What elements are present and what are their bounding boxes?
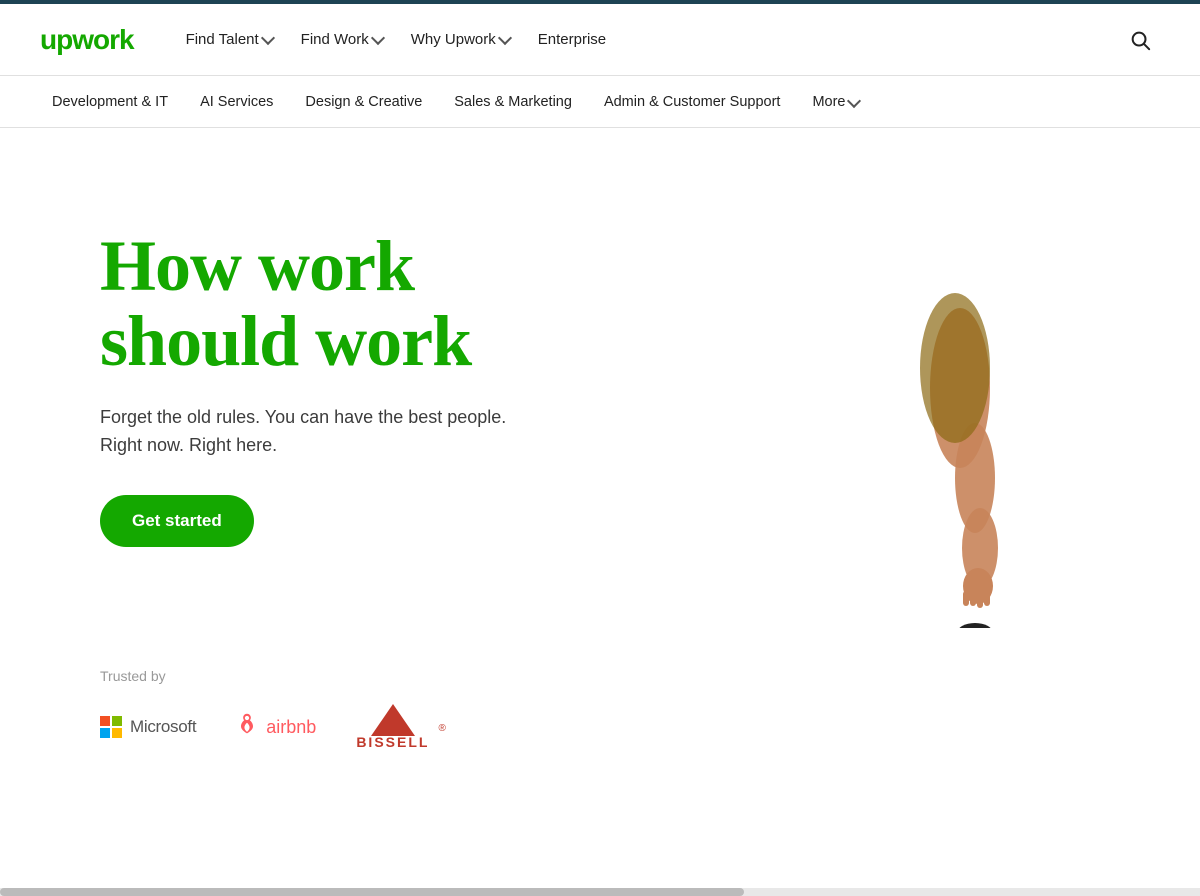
nav-enterprise-label: Enterprise [538, 31, 606, 48]
nav-why-upwork-label: Why Upwork [411, 31, 496, 48]
hero-section: How workshould work Forget the old rules… [0, 128, 1200, 628]
subnav-admin-support[interactable]: Admin & Customer Support [592, 88, 793, 116]
subnav-more[interactable]: More [800, 88, 871, 116]
subnav-design-creative[interactable]: Design & Creative [293, 88, 434, 116]
nav-find-talent[interactable]: Find Talent [174, 23, 285, 56]
trusted-section: Trusted by Microsoft airbnb [0, 628, 1200, 790]
scrollbar-thumb [0, 888, 744, 896]
ms-red-square [100, 716, 110, 726]
ms-yellow-square [112, 728, 122, 738]
microsoft-logo: Microsoft [100, 716, 196, 738]
sub-navigation: Development & IT AI Services Design & Cr… [0, 76, 1200, 128]
bissell-trademark: ® [438, 723, 445, 734]
airbnb-svg [236, 712, 258, 736]
microsoft-grid-icon [100, 716, 122, 738]
hero-illustration [780, 188, 1200, 628]
subnav-development[interactable]: Development & IT [40, 88, 180, 116]
bissell-text: BISSELL [356, 734, 429, 750]
trusted-label: Trusted by [100, 668, 1160, 684]
nav-links: Find Talent Find Work Why Upwork Enterpr… [174, 23, 1120, 56]
trusted-logos: Microsoft airbnb BISSELL ® [100, 704, 1160, 750]
get-started-button[interactable]: Get started [100, 495, 254, 547]
nav-why-upwork[interactable]: Why Upwork [399, 23, 522, 56]
subnav-more-label: More [812, 94, 845, 110]
chevron-down-icon [498, 31, 512, 45]
subnav-ai-services[interactable]: AI Services [188, 88, 285, 116]
main-navigation: upwork Find Talent Find Work Why Upwork … [0, 4, 1200, 76]
chevron-down-icon [261, 31, 275, 45]
search-button[interactable] [1120, 20, 1160, 60]
airbnb-logo: airbnb [236, 712, 316, 742]
chevron-down-icon [847, 93, 861, 107]
bissell-logo: BISSELL ® [356, 704, 446, 750]
search-icon [1129, 29, 1151, 51]
bissell-triangle-icon [371, 704, 415, 736]
logo-text: upwork [40, 24, 134, 56]
person-illustration [780, 188, 1000, 628]
airbnb-text: airbnb [266, 717, 316, 738]
nav-find-work-label: Find Work [301, 31, 369, 48]
nav-find-talent-label: Find Talent [186, 31, 259, 48]
hero-title: How workshould work [100, 229, 506, 380]
hero-content: How workshould work Forget the old rules… [100, 229, 506, 548]
microsoft-text: Microsoft [130, 717, 196, 737]
chevron-down-icon [371, 31, 385, 45]
ms-blue-square [100, 728, 110, 738]
scrollbar[interactable] [0, 888, 1200, 896]
logo[interactable]: upwork [40, 24, 134, 56]
nav-find-work[interactable]: Find Work [289, 23, 395, 56]
airbnb-icon [236, 712, 258, 742]
nav-enterprise[interactable]: Enterprise [526, 23, 618, 56]
subnav-sales-marketing[interactable]: Sales & Marketing [442, 88, 584, 116]
hero-subtitle: Forget the old rules. You can have the b… [100, 404, 506, 460]
nav-right [1120, 20, 1160, 60]
ms-green-square [112, 716, 122, 726]
